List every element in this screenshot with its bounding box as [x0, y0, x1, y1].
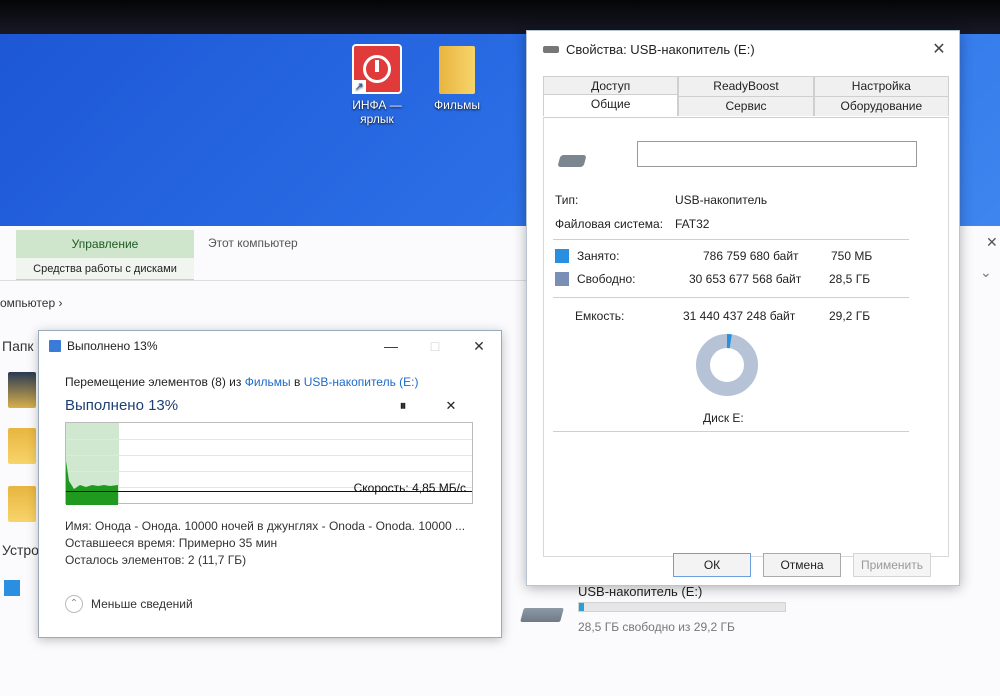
folder-thumbnail[interactable]: [8, 372, 36, 408]
drive-free-text: 28,5 ГБ свободно из 29,2 ГБ: [578, 620, 735, 634]
copy-icon: [49, 340, 61, 352]
properties-title: Свойства: USB-накопитель (E:): [566, 41, 755, 57]
drive-name: USB-накопитель (E:): [578, 584, 703, 599]
remaining-time-line: Оставшееся время: Примерно 35 мин: [65, 536, 278, 550]
move-prefix: Перемещение элементов (8) из: [65, 375, 245, 389]
capacity-label: Емкость:: [575, 309, 625, 323]
speed-history-plot: [66, 461, 118, 505]
close-button[interactable]: ✕: [457, 338, 501, 355]
tab-hardware[interactable]: Оборудование: [813, 96, 949, 116]
drive-tile-usb[interactable]: USB-накопитель (E:) 28,5 ГБ свободно из …: [520, 584, 792, 640]
tab-customize[interactable]: Настройка: [813, 76, 949, 96]
used-bytes: 786 759 680 байт: [703, 249, 799, 263]
source-link[interactable]: Фильмы: [245, 375, 291, 389]
properties-titlebar: Свойства: USB-накопитель (E:) ✕: [527, 31, 959, 67]
filesystem-value: FAT32: [675, 217, 710, 231]
chevron-down-icon[interactable]: ⌄: [980, 264, 992, 281]
used-color-swatch: [555, 249, 569, 263]
close-button[interactable]: ✕: [919, 39, 959, 59]
maximize-button[interactable]: □: [413, 338, 457, 354]
cancel-button[interactable]: Отмена: [763, 553, 841, 577]
free-color-swatch: [555, 272, 569, 286]
chevron-up-icon: ⌃: [65, 595, 83, 613]
folder-icon: [439, 46, 475, 94]
apply-button[interactable]: Применить: [853, 553, 931, 577]
free-size: 28,5 ГБ: [829, 272, 871, 286]
usb-drive-icon: [543, 45, 559, 53]
used-size: 750 МБ: [831, 249, 873, 263]
disk-label: Диск E:: [703, 411, 744, 425]
ribbon-tab-manage[interactable]: Управление: [16, 230, 194, 258]
breadcrumb[interactable]: омпьютер ›: [0, 296, 62, 310]
less-details-toggle[interactable]: ⌃ Меньше сведений: [65, 595, 193, 613]
speed-graph: Скорость: 4,85 МБ/с: [65, 422, 473, 505]
ribbon-divider: [0, 280, 530, 281]
folder-thumbnail[interactable]: [8, 428, 36, 464]
filesystem-label: Файловая система:: [555, 217, 664, 231]
volume-label-input[interactable]: [637, 141, 917, 167]
progress-titlebar: Выполнено 13% — □ ✕: [39, 331, 501, 361]
move-description: Перемещение элементов (8) из Фильмы в US…: [65, 375, 475, 389]
drive-usage-bar: [578, 602, 786, 612]
tab-readyboost[interactable]: ReadyBoost: [678, 76, 814, 96]
progress-status-row: Выполнено 13% ⏸ ✕: [65, 397, 475, 414]
section-devices-label: Устро: [2, 542, 39, 558]
divider: [553, 239, 909, 240]
desktop-icon-label: ИНФА — ярлык: [352, 98, 402, 126]
remaining-items-line: Осталось элементов: 2 (11,7 ГБ): [65, 553, 247, 567]
ribbon-window-title: Этот компьютер: [208, 236, 298, 250]
file-name-line: Имя: Онода - Онода. 10000 ночей в джунгл…: [65, 519, 466, 533]
donut-free-segment: [696, 334, 758, 396]
tab-general[interactable]: Общие: [543, 94, 679, 116]
tab-access[interactable]: Доступ: [543, 76, 679, 96]
ribbon-group-disk-tools[interactable]: Средства работы с дисками: [16, 258, 194, 280]
explorer-close-icon[interactable]: ✕: [986, 234, 998, 251]
folder-thumbnail[interactable]: [8, 486, 36, 522]
cancel-button[interactable]: ✕: [427, 398, 475, 414]
percent-complete: Выполнено 13%: [65, 397, 179, 414]
usb-drive-icon: [557, 155, 587, 167]
destination-link[interactable]: USB-накопитель (E:): [304, 375, 419, 389]
desktop-icon-films[interactable]: Фильмы: [422, 46, 492, 112]
section-folders-label: Папк: [2, 338, 34, 354]
windows-drive-icon[interactable]: [4, 580, 20, 596]
properties-dialog: Свойства: USB-накопитель (E:) ✕ Доступ R…: [526, 30, 960, 586]
usb-drive-icon: [520, 608, 564, 622]
capacity-bytes: 31 440 437 248 байт: [683, 309, 796, 323]
divider: [553, 297, 909, 298]
minimize-button[interactable]: —: [369, 338, 413, 354]
free-bytes: 30 653 677 568 байт: [689, 272, 802, 286]
free-label: Свободно:: [577, 272, 636, 286]
less-details-label: Меньше сведений: [91, 597, 193, 611]
pause-button[interactable]: ⏸: [379, 398, 427, 414]
power-shortcut-icon: ↗: [352, 44, 402, 94]
desktop-icon-label: Фильмы: [434, 98, 480, 112]
properties-tabs: Доступ ReadyBoost Настройка Общие Сервис…: [543, 76, 949, 116]
disk-usage-donut: [696, 334, 758, 396]
tab-tools[interactable]: Сервис: [678, 96, 814, 116]
divider: [553, 431, 909, 432]
copy-progress-dialog: Выполнено 13% — □ ✕ Перемещение элементо…: [38, 330, 502, 638]
type-value: USB-накопитель: [675, 193, 768, 207]
capacity-size: 29,2 ГБ: [829, 309, 871, 323]
desktop-icon-infa[interactable]: ↗ ИНФА — ярлык: [342, 44, 412, 126]
progress-title: Выполнено 13%: [67, 339, 158, 353]
used-label: Занято:: [577, 249, 620, 263]
type-label: Тип:: [555, 193, 579, 207]
speed-label: Скорость: 4,85 МБ/с: [353, 481, 466, 495]
ok-button[interactable]: ОК: [673, 553, 751, 577]
move-mid: в: [290, 375, 304, 389]
